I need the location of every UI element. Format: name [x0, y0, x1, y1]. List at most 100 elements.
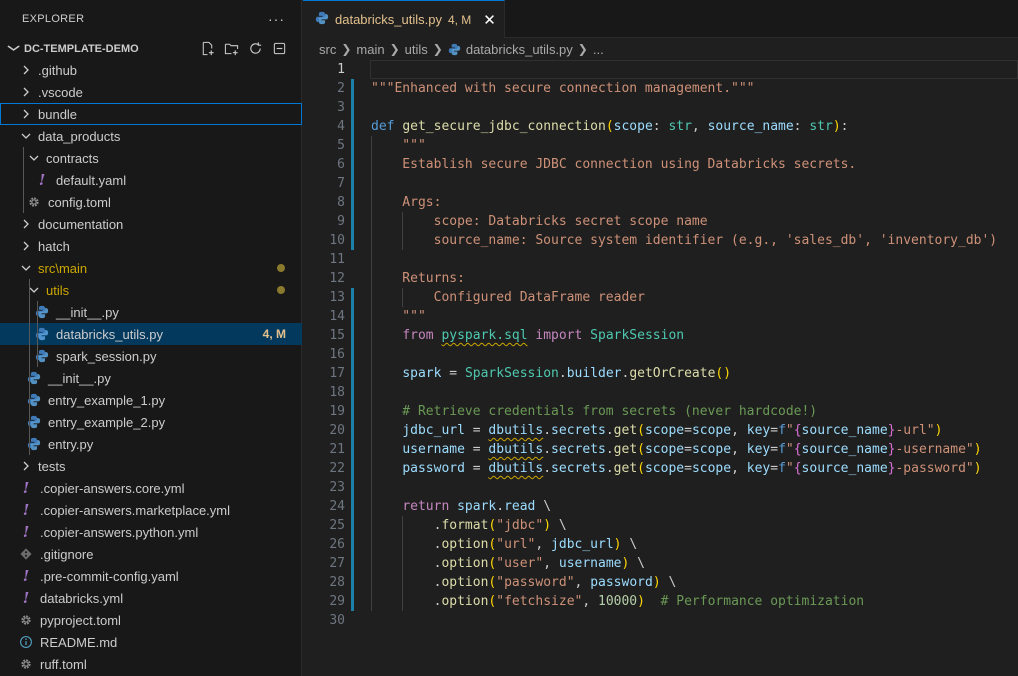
git-modified-marker [351, 136, 354, 155]
tree-file-databricks-yml[interactable]: ! databricks.yml [0, 587, 302, 609]
code-token: scope [691, 423, 732, 438]
code-token: spark [402, 366, 442, 381]
tree-folder-data-products[interactable]: data_products [0, 125, 302, 147]
code-token: source_name [801, 442, 888, 457]
line-number: 16 [329, 347, 345, 362]
python-file-icon [448, 43, 461, 56]
code-token: # Performance optimization [660, 594, 865, 609]
tree-file-config-toml[interactable]: config.toml [0, 191, 302, 213]
indent-guide [371, 136, 372, 611]
tree-item-label: databricks.yml [40, 590, 124, 606]
tree-folder-utils[interactable]: utils [0, 279, 302, 301]
tree-item-label: pyproject.toml [40, 612, 121, 628]
code-text: Returns: [371, 269, 465, 288]
code-token: -username" [895, 442, 974, 457]
project-name: DC-TEMPLATE-DEMO [24, 43, 139, 55]
code-token: () [715, 366, 732, 381]
code-token: "fetchsize" [496, 594, 583, 609]
code-token: . [558, 366, 567, 381]
refresh-icon[interactable] [248, 41, 263, 56]
code-line: 2 """Enhanced with secure connection mana… [303, 79, 1018, 98]
tree-file-spark-session-py[interactable]: spark_session.py [0, 345, 302, 367]
line-number: 4 [337, 119, 345, 134]
breadcrumb-symbol[interactable]: ... [593, 42, 604, 57]
tree-item-label: hatch [38, 238, 70, 254]
yaml-file-icon: ! [38, 171, 46, 189]
tree-folder-tests[interactable]: tests [0, 455, 302, 477]
indent-guide [402, 516, 403, 611]
code-line: 14 """ [303, 307, 1018, 326]
collapse-all-icon[interactable] [272, 41, 287, 56]
tree-file-entry-py[interactable]: entry.py [0, 433, 302, 455]
tree-folder-vscode[interactable]: .vscode [0, 81, 302, 103]
more-actions-icon[interactable]: ··· [268, 11, 285, 27]
tree-file-pyproject-toml[interactable]: pyproject.toml [0, 609, 302, 631]
tree-folder-contracts[interactable]: contracts [0, 147, 302, 169]
git-modified-marker [351, 573, 354, 592]
breadcrumb-file[interactable]: databricks_utils.py [466, 42, 573, 57]
close-icon[interactable]: ✕ [483, 11, 496, 29]
code-line: 30 [303, 611, 1018, 630]
code-token: "user" [496, 556, 544, 571]
tree-file-default-yaml[interactable]: ! default.yaml [0, 169, 302, 191]
tab-badge: 4, M [447, 12, 472, 27]
tree-folder-documentation[interactable]: documentation [0, 213, 302, 235]
code-token: . [371, 518, 442, 533]
code-token: . [543, 461, 552, 476]
tree-file-copier-answers-marketplace-yml[interactable]: ! .copier-answers.marketplace.yml [0, 499, 302, 521]
tree-folder-hatch[interactable]: hatch [0, 235, 302, 257]
tree-file-copier-answers-core-yml[interactable]: ! .copier-answers.core.yml [0, 477, 302, 499]
code-line: 7 [303, 174, 1018, 193]
git-modified-marker [351, 497, 354, 516]
git-modified-marker [351, 231, 354, 250]
tree-file-readme-md[interactable]: README.md [0, 631, 302, 653]
code-token: . [496, 499, 505, 514]
code-token: = [684, 461, 692, 476]
tree-file-entry-example-2-py[interactable]: entry_example_2.py [0, 411, 302, 433]
breadcrumb-src[interactable]: src [319, 42, 336, 57]
chevron-right-icon: ❯ [577, 42, 588, 56]
code-token: . [543, 423, 552, 438]
code-text: # Retrieve credentials from secrets (nev… [371, 402, 817, 421]
code-token: Returns: [371, 271, 465, 286]
tree-folder-src-main[interactable]: src\main [0, 257, 302, 279]
breadcrumb-utils[interactable]: utils [405, 42, 428, 57]
git-modified-marker [351, 535, 354, 554]
git-modified-marker [351, 288, 354, 307]
project-header[interactable]: DC-TEMPLATE-DEMO [0, 38, 301, 60]
tree-file-gitignore[interactable]: .gitignore [0, 543, 302, 565]
tree-file-pre-commit-config-yaml[interactable]: ! .pre-commit-config.yaml [0, 565, 302, 587]
code-token: : [840, 119, 849, 134]
code-line: 26 .option("url", jdbc_url) \ [303, 535, 1018, 554]
tree-folder-github[interactable]: .github [0, 59, 302, 81]
chevron-right-icon [18, 108, 34, 120]
code-token: . [371, 537, 442, 552]
chevron-right-icon: ❯ [341, 42, 352, 56]
line-number: 21 [329, 442, 345, 457]
code-token: source_name [707, 119, 794, 134]
code-token: . [605, 423, 614, 438]
code-text: """Enhanced with secure connection manag… [371, 79, 755, 98]
new-file-icon[interactable] [200, 41, 215, 56]
tab-databricks-utils[interactable]: databricks_utils.py 4, M ✕ [303, 0, 505, 38]
tree-file-init-py[interactable]: __init__.py [0, 301, 302, 323]
code-token: : [793, 119, 810, 134]
code-token: from [402, 328, 434, 343]
code-token: = [684, 442, 692, 457]
tree-file-copier-answers-python-yml[interactable]: ! .copier-answers.python.yml [0, 521, 302, 543]
tree-file-init-py[interactable]: __init__.py [0, 367, 302, 389]
code-token: = [770, 461, 779, 476]
tree-file-entry-example-1-py[interactable]: entry_example_1.py [0, 389, 302, 411]
breadcrumb-main[interactable]: main [356, 42, 384, 57]
code-token: spark [457, 499, 497, 514]
code-token: source_name: Source system identifier (e… [371, 233, 998, 248]
modified-dot [277, 286, 285, 294]
tree-file-ruff-toml[interactable]: ruff.toml [0, 653, 302, 675]
code-token: get [613, 423, 638, 438]
tree-folder-bundle[interactable]: bundle [0, 103, 302, 125]
code-token: """Enhanced with secure connection manag… [371, 81, 755, 96]
line-number: 10 [329, 233, 345, 248]
new-folder-icon[interactable] [224, 41, 239, 56]
tree-file-databricks-utils-py[interactable]: databricks_utils.py 4, M [0, 323, 302, 345]
